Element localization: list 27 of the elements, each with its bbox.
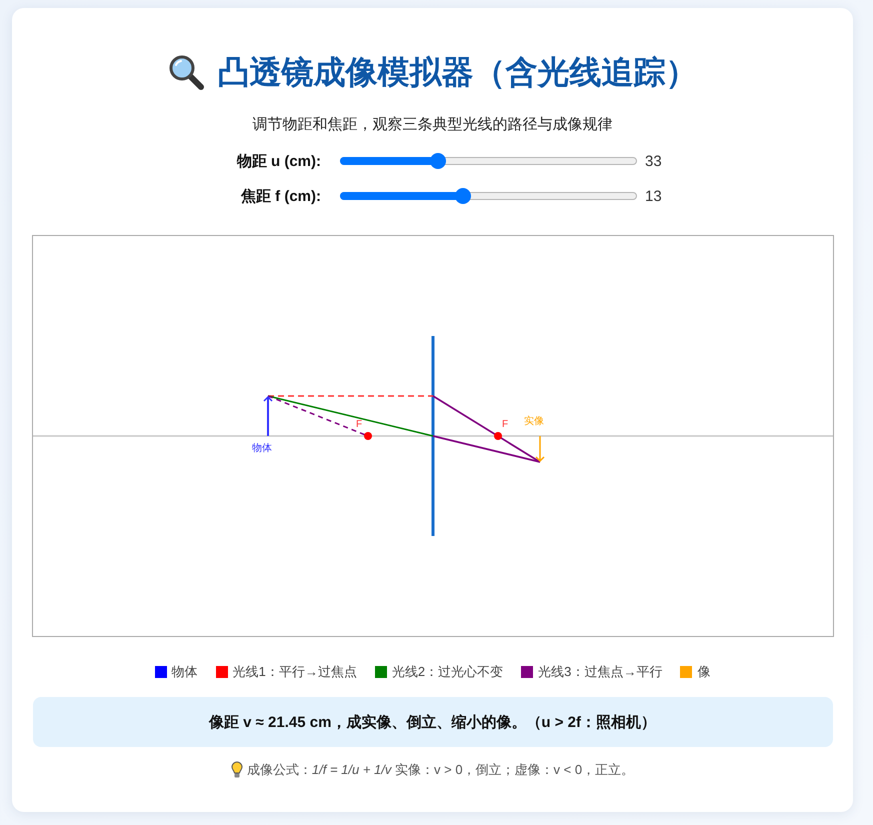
image-arrow bbox=[534, 436, 544, 462]
lightbulb-icon bbox=[230, 761, 243, 779]
result-banner: 像距 v ≈ 21.45 cm，成实像、倒立、缩小的像。（u > 2f：照相机） bbox=[32, 697, 832, 747]
legend-label: 光线1：平行→过焦点 bbox=[232, 663, 357, 681]
formula-note: 成像公式：1/f = 1/u + 1/v 实像：v > 0，倒立；虚像：v < 0，正立。 bbox=[246, 761, 634, 779]
focal-label: F bbox=[355, 419, 362, 430]
subtitle: 调节物距和焦距，观察三条典型光线的路径与成像规律 bbox=[252, 115, 612, 135]
focal-label: F bbox=[501, 419, 508, 430]
range-slider[interactable] bbox=[340, 153, 637, 169]
legend-label: 物体 bbox=[172, 663, 198, 681]
object-label: 物体 bbox=[252, 443, 272, 454]
image-label: 实像 bbox=[524, 416, 544, 427]
slider-value: 13 bbox=[645, 188, 663, 204]
legend-label: 光线2：过光心不变 bbox=[392, 663, 504, 681]
legend-label: 光线3：过焦点→平行 bbox=[538, 663, 662, 681]
focal-point-icon bbox=[494, 432, 502, 440]
range-slider[interactable] bbox=[340, 188, 637, 204]
slider-value: 33 bbox=[645, 152, 663, 170]
slider-thumb[interactable] bbox=[430, 153, 446, 169]
legend-label: 像 bbox=[697, 663, 710, 681]
slider-thumb[interactable] bbox=[455, 188, 472, 204]
slider-label: 焦距 f (cm): bbox=[240, 186, 321, 206]
search-icon bbox=[168, 54, 204, 90]
focal-point-icon bbox=[364, 432, 372, 440]
page-title: 凸透镜成像模拟器（含光线追踪） bbox=[218, 53, 698, 92]
object-arrow bbox=[262, 396, 272, 436]
slider-label: 物距 u (cm): bbox=[236, 152, 321, 170]
